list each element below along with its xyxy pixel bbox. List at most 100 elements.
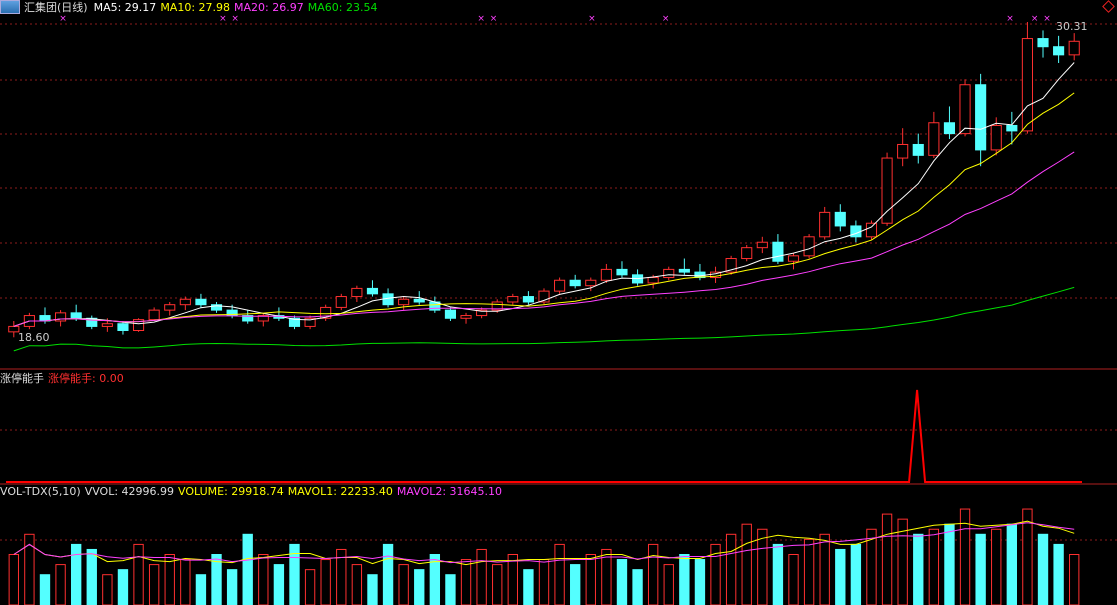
marker-x: × <box>588 14 596 24</box>
candle-body <box>756 241 768 249</box>
candle-body <box>413 298 425 303</box>
candle-body <box>865 222 878 238</box>
candle-body <box>943 122 956 135</box>
volume-bar <box>304 569 316 605</box>
candle-body <box>444 309 457 319</box>
volume-bar <box>180 559 191 605</box>
volume-bar <box>39 574 51 605</box>
candle-body <box>398 298 410 306</box>
candle-body <box>460 315 472 319</box>
candle-body <box>881 157 893 224</box>
candle-body <box>585 279 597 287</box>
volume-bar <box>803 538 815 605</box>
candle-body <box>678 268 690 273</box>
candle-body <box>148 309 160 321</box>
volume-bar <box>258 554 269 605</box>
volume-bar <box>570 564 581 605</box>
volume-bar <box>694 559 706 605</box>
candle-body <box>554 279 566 292</box>
volume-bar <box>616 559 628 605</box>
marker-x: × <box>231 14 239 24</box>
candle-body <box>1053 46 1065 56</box>
volume-bar <box>320 559 331 605</box>
volume-bar <box>913 533 924 605</box>
volume-bar <box>70 543 82 605</box>
volume-bar <box>492 564 503 605</box>
candle-body <box>1006 124 1018 132</box>
volume-bar <box>647 543 659 605</box>
signal-line <box>6 389 1082 483</box>
candle-body <box>834 211 846 227</box>
candle-body <box>335 296 347 308</box>
volume-bar <box>273 564 285 605</box>
ma-line <box>13 62 1075 327</box>
candle-body <box>959 84 971 135</box>
volume-bar <box>55 564 66 605</box>
candle-body <box>663 268 675 279</box>
volume-bar <box>195 574 207 605</box>
candle-body <box>990 124 1002 151</box>
volume-bar <box>538 559 550 605</box>
volume-bar <box>975 533 986 605</box>
volume-bar <box>414 569 425 605</box>
volume-bar <box>476 548 487 605</box>
volume-bar <box>1037 533 1049 605</box>
marker-x: × <box>662 14 670 24</box>
candle-body <box>975 84 987 151</box>
volume-bar <box>554 543 565 605</box>
candle-body <box>647 277 659 284</box>
candle-body <box>616 268 628 276</box>
candle-body <box>70 312 82 319</box>
candle-body <box>850 225 862 238</box>
volume-bar <box>944 523 955 605</box>
volume-bar <box>757 528 768 605</box>
candle-body <box>179 298 191 306</box>
kline-chart[interactable]: × × × × × × × × × × <box>0 0 1117 605</box>
volume-bar <box>226 569 238 605</box>
candle-body <box>741 247 753 260</box>
volume-bar <box>663 564 674 605</box>
volume-bar <box>445 574 456 605</box>
volume-bar <box>679 554 690 605</box>
volume-bar <box>772 543 784 605</box>
marker-x: × <box>1006 14 1014 24</box>
candle-body <box>772 241 784 262</box>
volume-bar <box>117 569 129 605</box>
candle-body <box>912 143 924 156</box>
volume-bar <box>102 574 113 605</box>
volume-bar <box>367 574 378 605</box>
volume-bar <box>351 564 363 605</box>
volume-bar <box>991 528 1002 605</box>
marker-x: × <box>219 14 227 24</box>
volume-bar <box>788 554 799 605</box>
candle-body <box>8 325 20 333</box>
candle-body <box>1037 38 1049 48</box>
marker-x: × <box>1031 14 1039 24</box>
marker-x: × <box>477 14 485 24</box>
volume-bar <box>850 543 862 605</box>
candle-body <box>803 236 815 257</box>
volume-bar <box>86 548 97 605</box>
candle-body <box>1068 40 1080 56</box>
candle-body <box>195 298 207 306</box>
volume-bar <box>928 528 940 605</box>
candle-body <box>117 323 129 331</box>
marker-x: × <box>59 14 67 24</box>
candle-body <box>600 268 612 281</box>
volume-bar <box>8 554 19 605</box>
marker-x: × <box>1043 14 1051 24</box>
volume-bar <box>835 548 846 605</box>
candle-body <box>819 211 831 238</box>
volume-bar <box>507 554 518 605</box>
volume-bar <box>585 554 596 605</box>
volume-bar <box>725 533 737 605</box>
volume-bar <box>460 559 472 605</box>
candle-body <box>897 143 909 159</box>
volume-bar <box>242 533 253 605</box>
volume-bar <box>632 569 643 605</box>
volume-bar <box>1053 543 1064 605</box>
candle-body <box>366 287 379 295</box>
volume-bar <box>741 523 752 605</box>
candle-body <box>522 296 534 303</box>
candle-body <box>1021 38 1033 132</box>
